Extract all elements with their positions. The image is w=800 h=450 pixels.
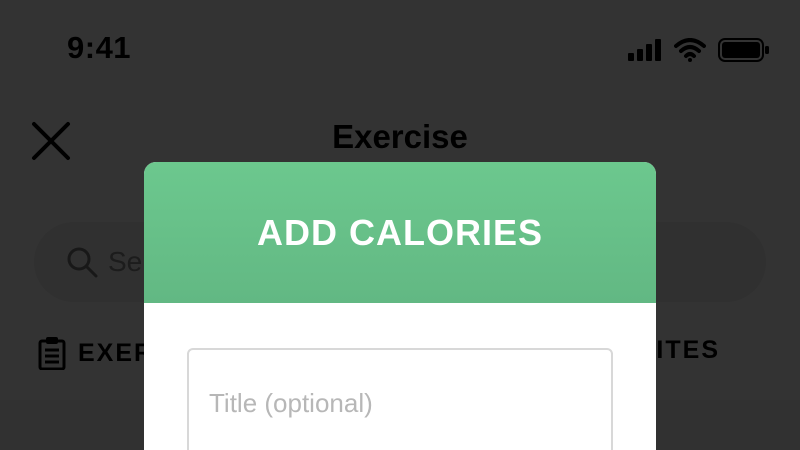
clipboard-icon — [38, 337, 66, 370]
search-icon — [67, 247, 98, 278]
wifi-icon — [674, 38, 706, 62]
battery-icon — [718, 38, 769, 62]
search-placeholder: Se — [108, 246, 143, 277]
tab-favorites[interactable]: ITES — [656, 336, 720, 365]
tab-exercises[interactable]: EXER — [38, 336, 154, 370]
status-icons — [628, 38, 770, 62]
modal-header: ADD CALORIES — [144, 162, 656, 303]
tab-favorites-label: ITES — [656, 336, 720, 364]
tab-exercises-label: EXER — [78, 338, 155, 367]
page-title: Exercise — [332, 118, 468, 155]
status-bar: 9:41 — [0, 0, 800, 100]
status-time: 9:41 — [67, 30, 132, 65]
modal-body — [144, 303, 656, 450]
title-input[interactable] — [187, 348, 613, 450]
modal-title: ADD CALORIES — [256, 211, 543, 253]
add-calories-modal: ADD CALORIES — [144, 162, 656, 450]
signal-icon — [628, 39, 661, 61]
